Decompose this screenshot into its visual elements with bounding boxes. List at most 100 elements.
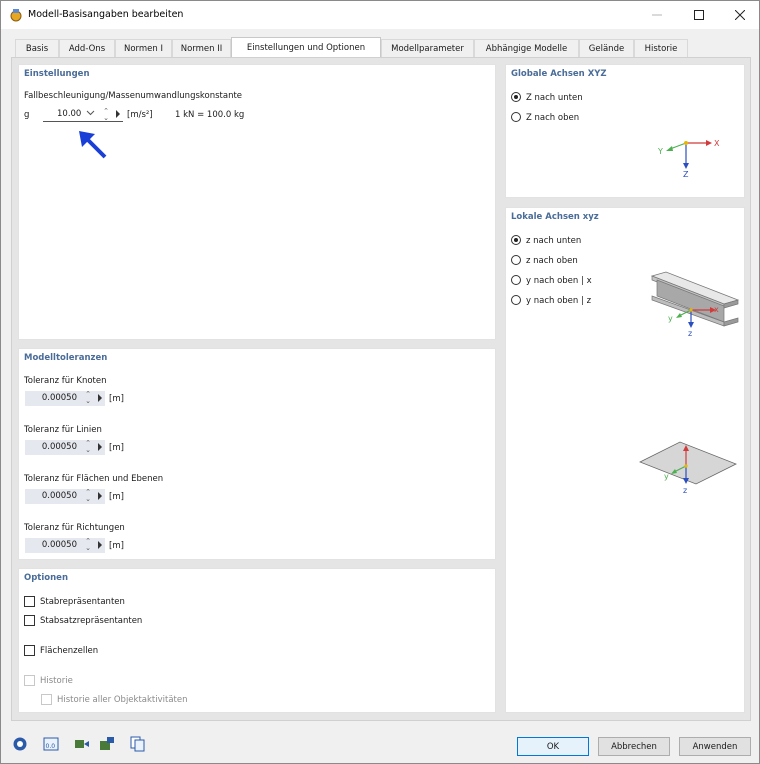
gravity-value: 10.00 [57,109,82,119]
save-icon[interactable] [98,735,115,752]
svg-text:0.0: 0.0 [45,743,55,750]
ok-button[interactable]: OK [517,737,589,756]
spinner-icon[interactable]: ⌃ ⌄ [85,391,91,405]
surface-diagram: y z [639,441,737,495]
toleranz-flaechen-field[interactable]: 0.00050 ⌃ ⌄ [25,489,105,504]
flaechenzellen-checkbox[interactable] [24,645,35,656]
beam-axis-x-label: x [714,305,719,314]
tab-modellparameter[interactable]: Modellparameter [381,39,474,57]
historie-aller-label: Historie aller Objektaktivitäten [57,695,188,705]
pointer-arrow-icon [75,127,111,166]
tab-gelaende[interactable]: Gelände [579,39,634,57]
historie-aller-checkbox[interactable] [41,694,52,705]
optionen-panel: Optionen Stabrepräsentanten Stabsatzrepr… [18,568,496,713]
toleranz-flaechen-value: 0.00050 [41,491,77,501]
surface-axis-y-label: y [664,472,669,481]
local-z-nach-unten-label: z nach unten [526,236,582,246]
beam-axis-z-label: z [688,329,692,336]
tab-basis[interactable]: Basis [15,39,59,57]
toleranz-richtungen-value: 0.00050 [41,540,77,550]
modelltoleranzen-panel: Modelltoleranzen Toleranz für Knoten 0.0… [18,348,496,560]
einstellungen-title: Einstellungen [24,69,90,79]
toleranz-richtungen-field[interactable]: 0.00050 ⌃ ⌄ [25,538,105,553]
tab-normen-1[interactable]: Normen I [115,39,172,57]
historie-checkbox[interactable] [24,675,35,686]
local-z-nach-oben-label: z nach oben [526,256,578,266]
gravity-field[interactable]: 10.00 ⌃ ⌄ [43,107,123,122]
einstellungen-panel: Einstellungen Fallbeschleunigung/Massenu… [18,64,496,340]
arrow-right-icon[interactable] [98,492,102,500]
toleranz-richtungen-label: Toleranz für Richtungen [24,523,125,533]
minimize-icon[interactable] [635,1,679,29]
toleranz-linien-value: 0.00050 [41,442,77,452]
toleranz-linien-label: Toleranz für Linien [24,425,102,435]
lokale-achsen-title: Lokale Achsen xyz [511,212,599,222]
z-nach-oben-label: Z nach oben [526,113,580,123]
toleranz-knoten-unit: [m] [109,394,124,404]
axis-x-label: X [714,139,720,148]
modelltoleranzen-title: Modelltoleranzen [24,353,108,363]
axis-y-label: Y [657,147,663,156]
load-icon[interactable] [73,735,90,752]
flaechenzellen-label: Flächenzellen [40,646,99,656]
spinner-icon[interactable]: ⌃ ⌄ [103,108,109,122]
cancel-button[interactable]: Abbrechen [598,737,670,756]
beam-diagram: x y z [650,271,740,336]
toleranz-knoten-field[interactable]: 0.00050 ⌃ ⌄ [25,391,105,406]
local-y-nach-oben-x-label: y nach oben | x [526,276,592,286]
historie-label: Historie [40,676,73,686]
local-y-nach-oben-z-label: y nach oben | z [526,296,592,306]
lokale-achsen-panel: Lokale Achsen xyz z nach unten z nach ob… [505,207,745,713]
conversion-text: 1 kN = 100.0 kg [175,110,245,120]
stabrepraesentanten-label: Stabrepräsentanten [40,597,125,607]
local-z-nach-oben-radio[interactable] [511,255,521,265]
arrow-right-icon[interactable] [116,110,120,118]
stabsatzrepraesentanten-checkbox[interactable] [24,615,35,626]
tab-add-ons[interactable]: Add-Ons [59,39,115,57]
apply-button[interactable]: Anwenden [679,737,751,756]
app-icon [9,8,23,22]
globale-achsen-title: Globale Achsen XYZ [511,69,607,79]
z-nach-oben-radio[interactable] [511,112,521,122]
spinner-icon[interactable]: ⌃ ⌄ [85,538,91,552]
stabsatzrepraesentanten-label: Stabsatzrepräsentanten [40,616,143,626]
spinner-icon[interactable]: ⌃ ⌄ [85,440,91,454]
stabrepraesentanten-checkbox[interactable] [24,596,35,607]
copy-icon[interactable] [129,735,146,752]
tab-abhaengige-modelle[interactable]: Abhängige Modelle [474,39,579,57]
toleranz-linien-unit: [m] [109,443,124,453]
optionen-title: Optionen [24,573,68,583]
tab-historie[interactable]: Historie [634,39,688,57]
arrow-right-icon[interactable] [98,443,102,451]
z-nach-unten-radio[interactable] [511,92,521,102]
tab-einstellungen-und-optionen[interactable]: Einstellungen und Optionen [231,37,381,57]
dialog-window: Modell-Basisangaben bearbeiten Basis Add… [0,0,760,764]
toleranz-knoten-value: 0.00050 [41,393,77,403]
spinner-icon[interactable]: ⌃ ⌄ [85,489,91,503]
z-nach-unten-label: Z nach unten [526,93,583,103]
tab-normen-2[interactable]: Normen II [172,39,231,57]
globale-achsen-panel: Globale Achsen XYZ Z nach unten Z nach o… [505,64,745,198]
local-z-nach-unten-radio[interactable] [511,235,521,245]
help-icon[interactable] [11,735,28,752]
global-axes-diagram: X Y Z [657,139,720,177]
title-bar: Modell-Basisangaben bearbeiten [1,1,759,29]
toleranz-flaechen-unit: [m] [109,492,124,502]
toleranz-linien-field[interactable]: 0.00050 ⌃ ⌄ [25,440,105,455]
close-icon[interactable] [718,1,760,29]
chevron-down-icon[interactable] [86,108,95,120]
tab-content: Einstellungen Fallbeschleunigung/Massenu… [11,57,751,721]
surface-axis-z-label: z [683,486,687,495]
units-icon[interactable]: 0.0 [42,735,59,752]
maximize-icon[interactable] [677,1,721,29]
local-y-nach-oben-z-radio[interactable] [511,295,521,305]
axis-z-label: Z [683,170,689,177]
arrow-right-icon[interactable] [98,541,102,549]
local-y-nach-oben-x-radio[interactable] [511,275,521,285]
gravity-symbol: g [24,110,30,120]
gravity-label: Fallbeschleunigung/Massenumwandlungskons… [24,91,243,101]
beam-axis-y-label: y [668,314,673,323]
toleranz-richtungen-unit: [m] [109,541,124,551]
arrow-right-icon[interactable] [98,394,102,402]
gravity-unit: [m/s²] [127,110,153,120]
